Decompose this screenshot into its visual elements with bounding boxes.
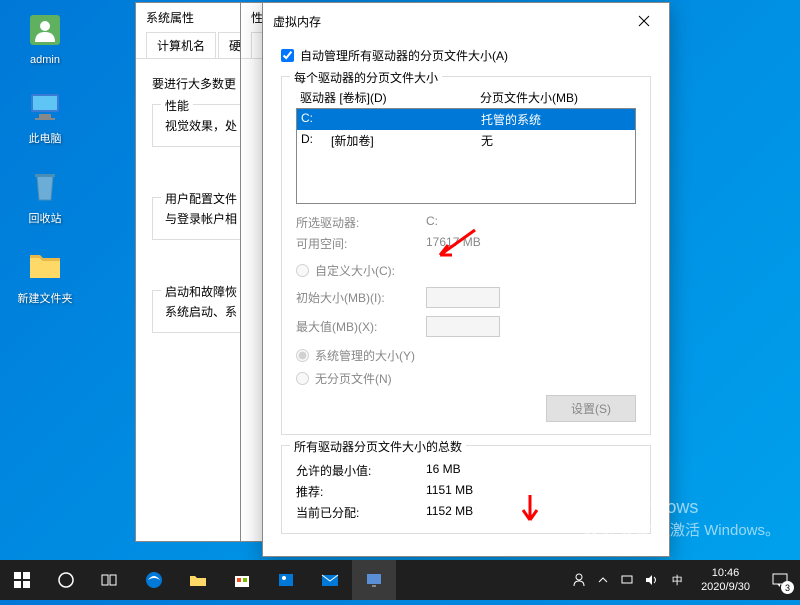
auto-manage-row: 自动管理所有驱动器的分页文件大小(A) [281,47,651,64]
taskbar: 中 10:46 2020/9/30 3 [0,560,800,600]
dialog-titlebar: 虚拟内存 [263,3,669,39]
desktop-icon-label: 此电脑 [29,130,62,146]
task-view-button[interactable] [88,560,132,600]
desktop-icon-recycle[interactable]: 回收站 [10,166,80,226]
custom-size-radio-row: 自定义大小(C): [296,262,636,279]
taskbar-photos[interactable] [264,560,308,600]
virtual-memory-dialog: 虚拟内存 自动管理所有驱动器的分页文件大小(A) 每个驱动器的分页文件大小 驱动… [262,2,670,557]
desktop-icon-pc[interactable]: 此电脑 [10,86,80,146]
desktop-icon-label: 回收站 [29,210,62,226]
windows-icon [12,570,32,590]
close-icon [638,15,650,27]
folder-icon [188,570,208,590]
drive-list[interactable]: C: 托管的系统 D: [新加卷] 无 [296,108,636,204]
header-drive: 驱动器 [卷标](D) [300,89,480,106]
max-size-input[interactable] [426,316,500,337]
user-icon [25,10,65,50]
desktop-icon-admin[interactable]: admin [10,10,80,66]
taskbar-explorer[interactable] [176,560,220,600]
desktop-icon-label: 新建文件夹 [18,290,73,306]
system-managed-radio-row: 系统管理的大小(Y) [296,347,636,364]
windows-activation-watermark: 激活 Windows 转到"设置"以激活 Windows。 [584,493,780,540]
no-paging-row: 无分页文件(N) [296,370,636,387]
initial-size-row: 初始大小(MB)(I): [296,287,636,308]
people-icon[interactable] [567,560,591,600]
group-title: 所有驱动器分页文件大小的总数 [290,438,466,455]
auto-manage-checkbox[interactable] [281,49,294,62]
taskview-icon [100,570,120,590]
system-managed-radio[interactable] [296,349,309,362]
network-icon[interactable] [615,560,639,600]
dialog-body: 自动管理所有驱动器的分页文件大小(A) 每个驱动器的分页文件大小 驱动器 [卷标… [263,39,669,552]
start-button[interactable] [0,560,44,600]
taskbar-edge[interactable] [132,560,176,600]
close-button[interactable] [629,9,659,33]
drive-group: 每个驱动器的分页文件大小 驱动器 [卷标](D) 分页文件大小(MB) C: 托… [281,76,651,435]
notification-badge: 3 [781,581,794,594]
taskbar-left [0,560,396,600]
max-size-row: 最大值(MB)(X): [296,316,636,337]
no-paging-radio[interactable] [296,372,309,385]
tray-expand[interactable] [591,560,615,600]
drive-row-d[interactable]: D: [新加卷] 无 [297,130,635,151]
group-title: 每个驱动器的分页文件大小 [290,69,442,86]
auto-manage-label: 自动管理所有驱动器的分页文件大小(A) [300,47,508,64]
initial-size-input[interactable] [426,287,500,308]
dialog-title-text: 虚拟内存 [273,13,321,30]
ime-indicator[interactable]: 中 [663,560,691,600]
set-button[interactable]: 设置(S) [546,395,636,422]
recycle-icon [25,166,65,206]
folder-icon [25,246,65,286]
taskbar-system-properties[interactable] [352,560,396,600]
selected-drive-row: 所选驱动器: C: [296,214,636,231]
volume-icon[interactable] [639,560,663,600]
desktop-icons: admin 此电脑 回收站 新建文件夹 [10,10,80,306]
custom-size-radio[interactable] [296,264,309,277]
header-size: 分页文件大小(MB) [480,89,578,106]
pc-icon [25,86,65,126]
action-center-button[interactable]: 3 [760,560,800,600]
drive-row-c[interactable]: C: 托管的系统 [297,109,635,130]
system-icon [364,570,384,590]
min-row: 允许的最小值: 16 MB [296,462,636,479]
cortana-button[interactable] [44,560,88,600]
drive-list-header: 驱动器 [卷标](D) 分页文件大小(MB) [296,89,636,106]
available-space-row: 可用空间: 17617 MB [296,235,636,252]
taskbar-store[interactable] [220,560,264,600]
circle-icon [56,570,76,590]
photos-icon [276,570,296,590]
mail-icon [320,570,340,590]
tab-computer-name[interactable]: 计算机名 [146,32,216,58]
taskbar-right: 中 10:46 2020/9/30 3 [567,560,800,600]
desktop-icon-label: admin [30,54,60,66]
store-icon [232,570,252,590]
edge-icon [144,570,164,590]
taskbar-mail[interactable] [308,560,352,600]
desktop-icon-folder[interactable]: 新建文件夹 [10,246,80,306]
taskbar-clock[interactable]: 10:46 2020/9/30 [691,566,760,595]
